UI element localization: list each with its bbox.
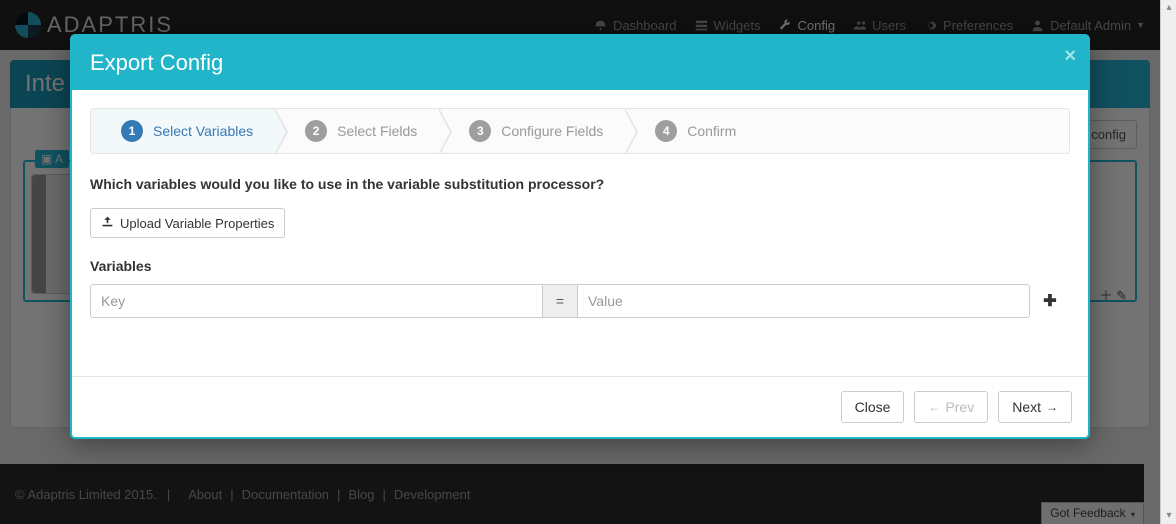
wizard-steps: 1 Select Variables 2 Select Fields 3 Con… [90,108,1070,154]
variable-value-input[interactable] [577,284,1030,318]
step-label: Select Fields [337,123,417,139]
scroll-down-icon[interactable]: ▾ [1161,508,1176,524]
variables-heading: Variables [90,258,1070,274]
step-label: Select Variables [153,123,253,139]
equals-label: = [543,284,577,318]
export-config-modal: Export Config × 1 Select Variables 2 Sel… [70,34,1090,439]
close-button[interactable]: Close [841,391,905,423]
wizard-question: Which variables would you like to use in… [90,176,1070,192]
close-button-label: Close [855,399,891,415]
variable-row: = [90,284,1030,318]
step-confirm[interactable]: 4 Confirm [625,109,758,153]
variable-key-input[interactable] [90,284,543,318]
step-label: Configure Fields [501,123,603,139]
step-number: 2 [305,120,327,142]
step-number: 3 [469,120,491,142]
upload-icon [101,215,114,231]
scroll-up-icon[interactable]: ▴ [1161,0,1176,16]
step-label: Confirm [687,123,736,139]
modal-footer: Close ← Prev Next → [72,376,1088,437]
next-button-label: Next [1012,399,1041,415]
close-icon[interactable]: × [1064,46,1076,66]
step-select-variables[interactable]: 1 Select Variables [91,109,275,153]
add-variable-button[interactable]: ✚ [1030,291,1070,311]
arrow-left-icon: ← [928,400,940,414]
plus-icon: ✚ [1043,291,1056,311]
arrow-right-icon: → [1046,400,1058,414]
step-number: 1 [121,120,143,142]
step-configure-fields[interactable]: 3 Configure Fields [439,109,625,153]
step-number: 4 [655,120,677,142]
next-button[interactable]: Next → [998,391,1072,423]
upload-variable-properties-button[interactable]: Upload Variable Properties [90,208,285,238]
prev-button-label: Prev [945,399,974,415]
modal-header: Export Config × [72,36,1088,90]
upload-button-label: Upload Variable Properties [120,216,274,231]
vertical-scrollbar[interactable]: ▴ ▾ [1160,0,1176,524]
step-select-fields[interactable]: 2 Select Fields [275,109,439,153]
prev-button[interactable]: ← Prev [914,391,988,423]
modal-title: Export Config [90,50,223,75]
